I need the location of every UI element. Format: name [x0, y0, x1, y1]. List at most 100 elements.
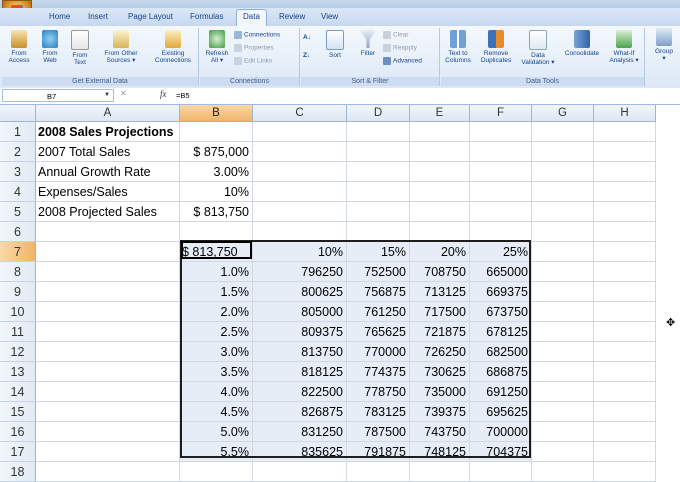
cell[interactable] — [594, 462, 656, 482]
cell[interactable] — [594, 242, 656, 262]
tab-review[interactable]: Review — [279, 12, 305, 21]
tab-page-layout[interactable]: Page Layout — [128, 12, 173, 21]
edit-links-button[interactable]: Edit Links — [234, 57, 272, 65]
tab-view[interactable]: View — [321, 12, 338, 21]
filter-button[interactable]: Filter — [355, 30, 381, 57]
cell[interactable] — [470, 142, 532, 162]
row-header-9[interactable]: 9 — [0, 282, 36, 302]
refresh-all-button[interactable]: Refresh All ▾ — [202, 30, 232, 64]
cell[interactable] — [470, 222, 532, 242]
cell[interactable] — [594, 182, 656, 202]
formula-input[interactable]: =B5 — [176, 89, 190, 102]
text-to-columns-button[interactable]: Text to Columns — [441, 30, 475, 64]
table-rate-cell[interactable]: 1.5% — [180, 282, 253, 302]
cell[interactable] — [594, 342, 656, 362]
table-value-cell[interactable]: 743750 — [410, 422, 470, 442]
cell[interactable] — [532, 262, 594, 282]
row-header-6[interactable]: 6 — [0, 222, 36, 242]
tab-insert[interactable]: Insert — [88, 12, 108, 21]
column-header-b[interactable]: B — [180, 105, 253, 122]
table-rate-cell[interactable]: 2.5% — [180, 322, 253, 342]
what-if-analysis-button[interactable]: What-If Analysis ▾ — [605, 30, 643, 64]
cell[interactable] — [594, 402, 656, 422]
cell[interactable] — [410, 222, 470, 242]
column-header-a[interactable]: A — [36, 105, 180, 122]
table-value-cell[interactable]: 708750 — [410, 262, 470, 282]
cell[interactable] — [532, 402, 594, 422]
cell-a3[interactable]: Annual Growth Rate — [36, 162, 180, 182]
table-rate-cell[interactable]: 2.0% — [180, 302, 253, 322]
table-value-cell[interactable]: 704375 — [470, 442, 532, 462]
cell[interactable] — [347, 182, 410, 202]
row-header-12[interactable]: 12 — [0, 342, 36, 362]
cell[interactable] — [594, 442, 656, 462]
cell[interactable] — [470, 462, 532, 482]
table-rate-cell[interactable]: 5.5% — [180, 442, 253, 462]
row-header-16[interactable]: 16 — [0, 422, 36, 442]
cell[interactable] — [347, 142, 410, 162]
cell-a2[interactable]: 2007 Total Sales — [36, 142, 180, 162]
tab-data[interactable]: Data — [236, 9, 267, 26]
cell[interactable] — [470, 182, 532, 202]
table-value-cell[interactable]: 805000 — [253, 302, 347, 322]
table-col-header[interactable]: 10% — [253, 242, 347, 262]
cell[interactable] — [594, 282, 656, 302]
cell[interactable] — [594, 162, 656, 182]
table-value-cell[interactable]: 695625 — [470, 402, 532, 422]
cell-a1[interactable]: 2008 Sales Projections — [36, 122, 180, 142]
clear-button[interactable]: Clear — [383, 31, 409, 39]
cell[interactable] — [594, 262, 656, 282]
table-value-cell[interactable]: 778750 — [347, 382, 410, 402]
cell[interactable] — [470, 122, 532, 142]
cell[interactable] — [410, 182, 470, 202]
table-value-cell[interactable]: 765625 — [347, 322, 410, 342]
table-col-header[interactable]: 15% — [347, 242, 410, 262]
row-header-13[interactable]: 13 — [0, 362, 36, 382]
table-value-cell[interactable]: 665000 — [470, 262, 532, 282]
cell[interactable] — [180, 122, 253, 142]
cell[interactable] — [253, 222, 347, 242]
properties-button[interactable]: Properties — [234, 44, 274, 52]
cell[interactable] — [410, 462, 470, 482]
row-header-7[interactable]: 7 — [0, 242, 36, 262]
cell[interactable] — [594, 422, 656, 442]
cell[interactable] — [532, 282, 594, 302]
cell[interactable] — [594, 142, 656, 162]
row-header-14[interactable]: 14 — [0, 382, 36, 402]
table-col-header[interactable]: 20% — [410, 242, 470, 262]
table-value-cell[interactable]: 787500 — [347, 422, 410, 442]
tab-formulas[interactable]: Formulas — [190, 12, 223, 21]
tab-home[interactable]: Home — [49, 12, 70, 21]
cell[interactable] — [347, 162, 410, 182]
cell[interactable] — [347, 462, 410, 482]
table-rate-cell[interactable]: 3.0% — [180, 342, 253, 362]
table-value-cell[interactable]: 673750 — [470, 302, 532, 322]
cell[interactable] — [532, 242, 594, 262]
cell[interactable] — [532, 462, 594, 482]
cell[interactable] — [532, 422, 594, 442]
table-value-cell[interactable]: 774375 — [347, 362, 410, 382]
table-value-cell[interactable]: 831250 — [253, 422, 347, 442]
table-value-cell[interactable]: 669375 — [470, 282, 532, 302]
cell[interactable] — [36, 242, 180, 262]
cell[interactable] — [180, 462, 253, 482]
row-header-4[interactable]: 4 — [0, 182, 36, 202]
from-other-sources-button[interactable]: From Other Sources ▾ — [98, 30, 144, 64]
table-rate-cell[interactable]: 1.0% — [180, 262, 253, 282]
column-header-c[interactable]: C — [253, 105, 347, 122]
table-value-cell[interactable]: 717500 — [410, 302, 470, 322]
cell[interactable] — [347, 122, 410, 142]
table-value-cell[interactable]: 818125 — [253, 362, 347, 382]
cell[interactable] — [36, 302, 180, 322]
column-header-f[interactable]: F — [470, 105, 532, 122]
cell[interactable] — [410, 162, 470, 182]
sort-ascending-button[interactable]: A↓ — [303, 34, 311, 41]
cell[interactable] — [347, 222, 410, 242]
insert-function-icon[interactable]: fx — [160, 89, 167, 99]
cell[interactable] — [532, 222, 594, 242]
cell-b7[interactable]: $ 813,750 — [180, 242, 253, 262]
cell-a5[interactable]: 2008 Projected Sales — [36, 202, 180, 222]
table-value-cell[interactable]: 682500 — [470, 342, 532, 362]
cell[interactable] — [532, 382, 594, 402]
table-col-header[interactable]: 25% — [470, 242, 532, 262]
